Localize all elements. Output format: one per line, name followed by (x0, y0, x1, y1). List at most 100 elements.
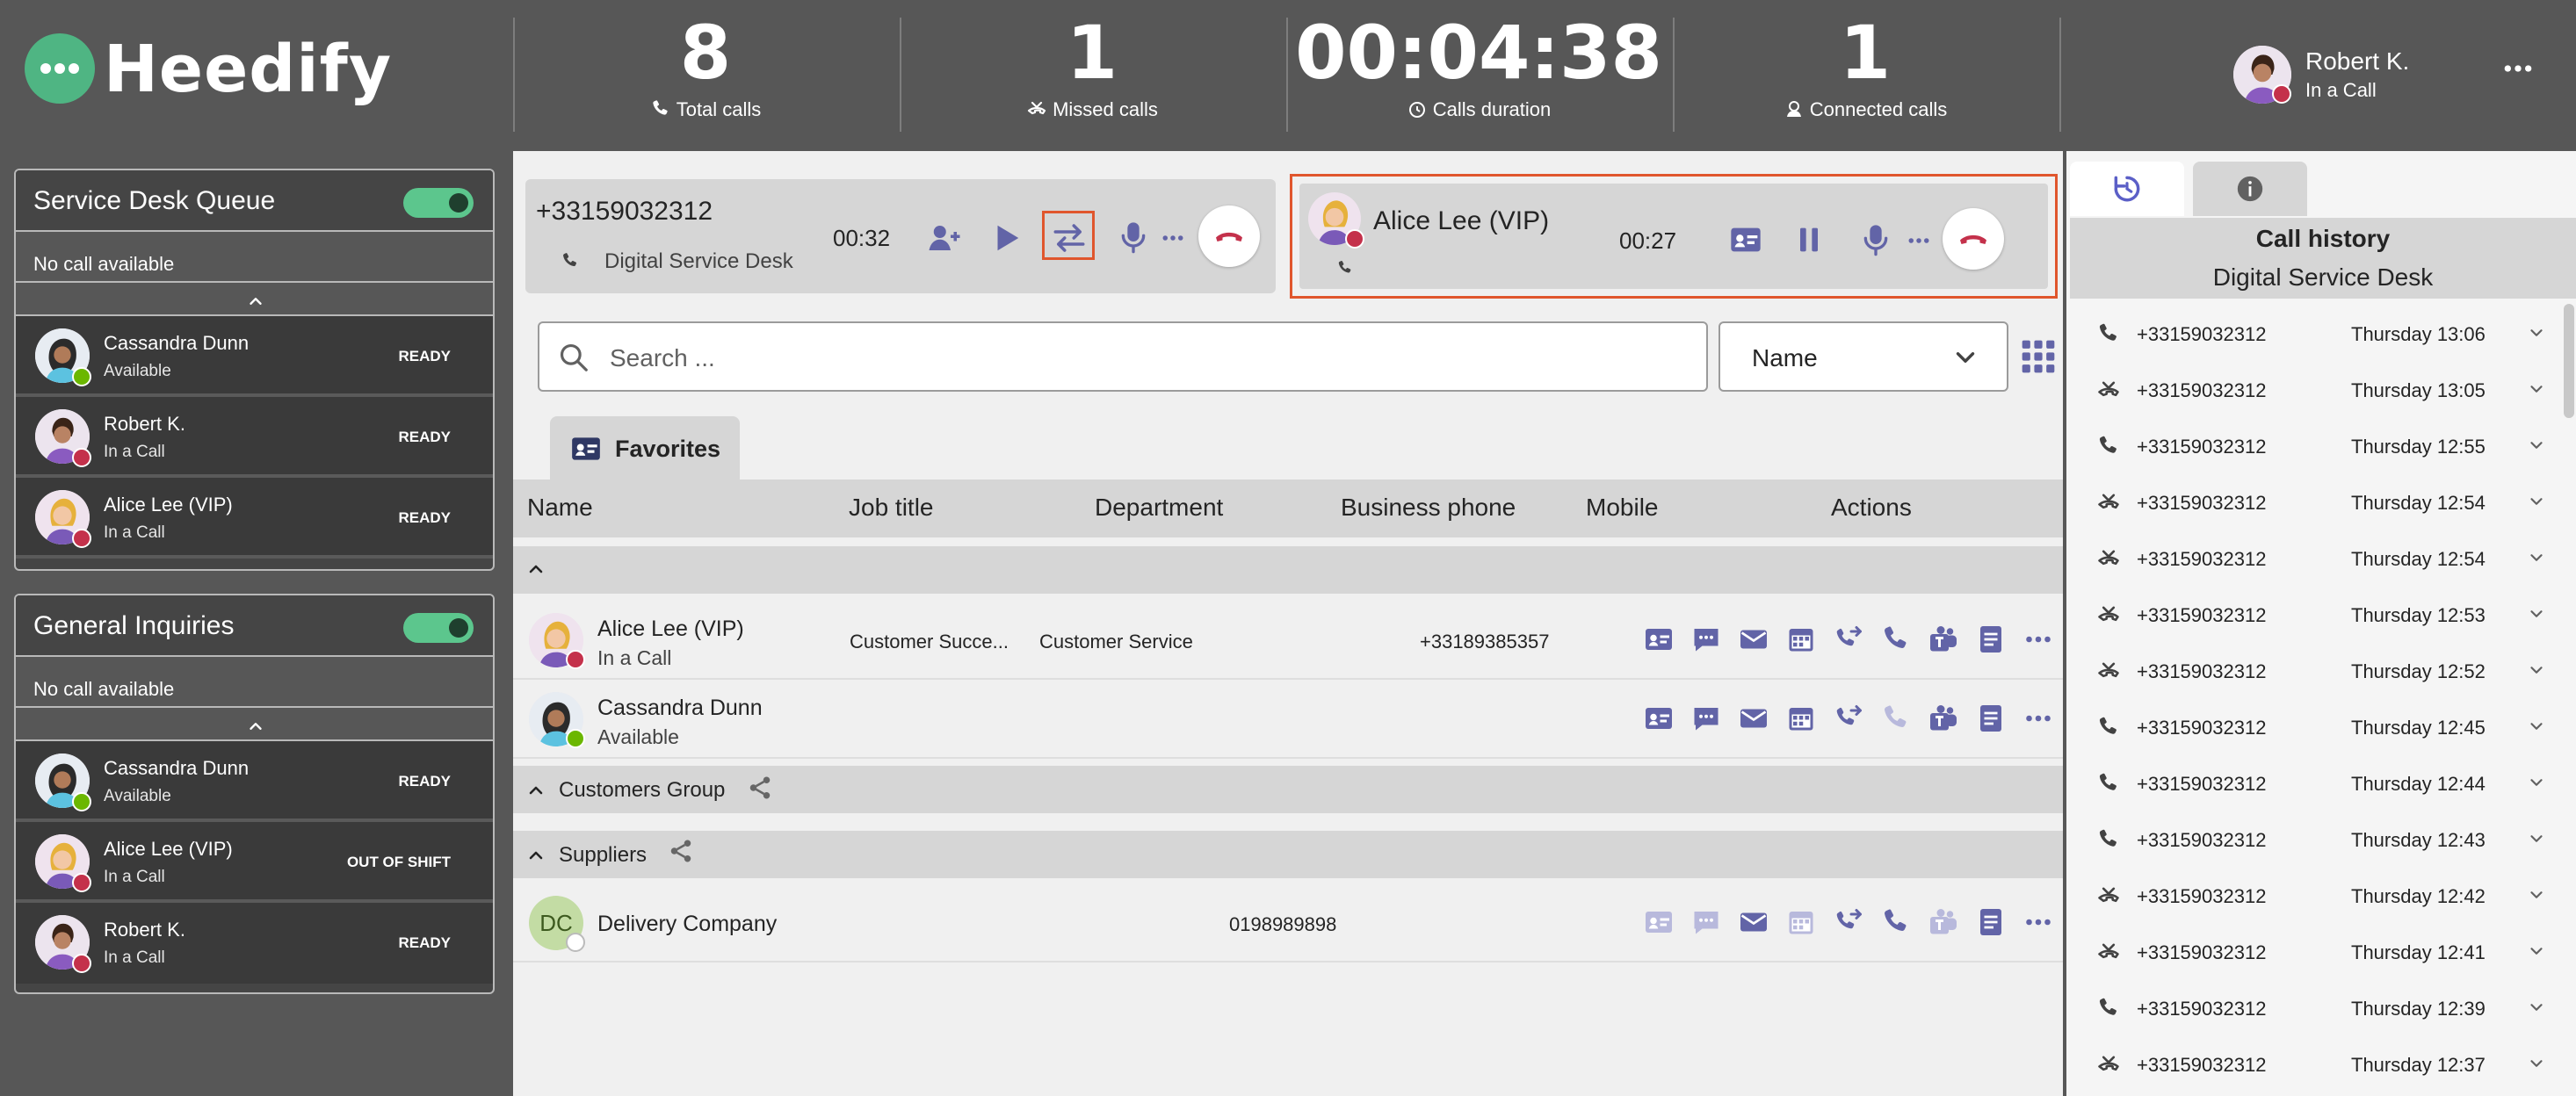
teams-icon[interactable] (1928, 703, 1959, 734)
contact-business-phone[interactable]: 0198989898 (1229, 913, 1336, 936)
notes-icon[interactable] (1975, 624, 2007, 655)
agent-row[interactable]: Robert K. In a Call READY (16, 397, 493, 478)
chevron-down-icon[interactable] (2527, 829, 2546, 848)
phone-icon[interactable] (1880, 624, 1912, 655)
chat-icon[interactable] (1690, 624, 1722, 655)
queue-toggle[interactable] (403, 188, 474, 218)
favorites-group-row[interactable] (513, 546, 2063, 594)
call-forward-icon[interactable] (1833, 624, 1864, 655)
microphone-icon[interactable] (1116, 220, 1151, 255)
more-icon[interactable] (2022, 906, 2054, 938)
history-row[interactable]: +33159032312 Thursday 13:05 (2070, 364, 2564, 420)
table-row[interactable]: Cassandra Dunn Available (513, 680, 2063, 759)
contact-card-icon[interactable] (1643, 624, 1675, 655)
agent-row[interactable]: Alice Lee (VIP) In a Call OUT OF SHIFT (16, 822, 493, 903)
history-row[interactable]: +33159032312 Thursday 12:53 (2070, 588, 2564, 645)
collapse-button[interactable] (16, 708, 493, 741)
history-row[interactable]: +33159032312 Thursday 12:45 (2070, 701, 2564, 757)
history-row[interactable]: +33159032312 Thursday 12:55 (2070, 420, 2564, 476)
agent-row[interactable]: Cassandra Dunn Available READY (16, 741, 493, 822)
contact-card-icon[interactable] (1643, 703, 1675, 734)
history-row[interactable]: +33159032312 Thursday 13:06 (2070, 307, 2564, 364)
history-row[interactable]: +33159032312 Thursday 12:37 (2070, 1038, 2564, 1094)
history-row[interactable]: +33159032312 Thursday 12:41 (2070, 926, 2564, 982)
share-icon[interactable] (668, 838, 694, 864)
more-icon[interactable] (1906, 227, 1932, 254)
agent-row[interactable]: Cassandra Dunn Available READY (16, 316, 493, 397)
history-row[interactable]: +33159032312 Thursday 12:54 (2070, 532, 2564, 588)
collapse-button[interactable] (16, 283, 493, 316)
mail-icon[interactable] (1738, 906, 1769, 938)
agent-row[interactable]: Alice Lee (VIP) In a Call READY (16, 478, 493, 559)
call-forward-icon[interactable] (1833, 906, 1864, 938)
chevron-down-icon[interactable] (2527, 941, 2546, 961)
calendar-icon[interactable] (1785, 624, 1817, 655)
teams-icon[interactable] (1928, 906, 1959, 938)
contact-card-icon[interactable] (1728, 222, 1763, 257)
notes-icon[interactable] (1975, 906, 2007, 938)
chevron-down-icon[interactable] (2527, 717, 2546, 736)
chevron-down-icon[interactable] (2527, 323, 2546, 342)
chevron-down-icon[interactable] (2527, 379, 2546, 399)
mail-icon[interactable] (1738, 703, 1769, 734)
agent-row[interactable]: Robert K. In a Call READY (16, 903, 493, 984)
mail-icon[interactable] (1738, 624, 1769, 655)
column-header[interactable]: Job title (849, 494, 934, 522)
history-row[interactable]: +33159032312 Thursday 12:43 (2070, 813, 2564, 869)
contact-card-icon[interactable] (1643, 906, 1675, 938)
chevron-down-icon[interactable] (2527, 548, 2546, 567)
chevron-down-icon[interactable] (2527, 1054, 2546, 1073)
more-icon[interactable] (1160, 225, 1186, 251)
sort-dropdown[interactable]: Name (1719, 321, 2008, 392)
column-header[interactable]: Mobile (1586, 494, 1658, 522)
hangup-button[interactable] (1198, 206, 1260, 267)
tab-info[interactable] (2193, 162, 2307, 216)
suppliers-group-row[interactable]: Suppliers (513, 831, 2063, 878)
play-icon[interactable] (989, 221, 1023, 255)
chat-icon[interactable] (1690, 906, 1722, 938)
chevron-down-icon[interactable] (2527, 998, 2546, 1017)
queue-service-desk: Service Desk Queue No call available Cas… (14, 169, 495, 571)
chevron-down-icon[interactable] (2527, 885, 2546, 905)
table-row[interactable]: Alice Lee (VIP) In a Call Customer Succe… (513, 601, 2063, 680)
phone-icon[interactable] (1880, 906, 1912, 938)
apps-grid-icon[interactable] (2019, 337, 2058, 376)
chevron-down-icon[interactable] (2527, 604, 2546, 624)
column-header[interactable]: Actions (1831, 494, 1912, 522)
calendar-icon[interactable] (1785, 703, 1817, 734)
more-icon[interactable] (2022, 703, 2054, 734)
microphone-icon[interactable] (1858, 222, 1893, 257)
teams-icon[interactable] (1928, 624, 1959, 655)
queue-toggle[interactable] (403, 613, 474, 643)
history-row[interactable]: +33159032312 Thursday 12:54 (2070, 476, 2564, 532)
history-row[interactable]: +33159032312 Thursday 12:52 (2070, 645, 2564, 701)
search-input[interactable]: Search ... (538, 321, 1708, 392)
column-header[interactable]: Name (527, 494, 593, 522)
share-icon[interactable] (747, 775, 773, 801)
add-person-icon[interactable] (926, 220, 963, 256)
table-row[interactable]: DC Delivery Company 0198989898 (513, 883, 2063, 963)
notes-icon[interactable] (1975, 703, 2007, 734)
chat-icon[interactable] (1690, 703, 1722, 734)
column-header[interactable]: Business phone (1341, 494, 1516, 522)
chevron-down-icon[interactable] (2527, 492, 2546, 511)
history-row[interactable]: +33159032312 Thursday 12:39 (2070, 982, 2564, 1038)
column-header[interactable]: Department (1095, 494, 1223, 522)
more-options-icon[interactable] (2500, 51, 2536, 86)
chevron-down-icon[interactable] (2527, 773, 2546, 792)
contact-business-phone[interactable]: +33189385357 (1420, 631, 1549, 653)
chevron-down-icon[interactable] (2527, 660, 2546, 680)
chevron-down-icon[interactable] (2527, 436, 2546, 455)
tab-history[interactable] (2070, 162, 2184, 216)
hangup-button[interactable] (1943, 208, 2004, 270)
call-forward-icon[interactable] (1833, 703, 1864, 734)
pause-icon[interactable] (1791, 222, 1827, 257)
history-row[interactable]: +33159032312 Thursday 12:42 (2070, 869, 2564, 926)
tab-favorites[interactable]: Favorites (550, 416, 740, 480)
more-icon[interactable] (2022, 624, 2054, 655)
history-row[interactable]: +33159032312 Thursday 12:44 (2070, 757, 2564, 813)
phone-icon[interactable] (1880, 703, 1912, 734)
calendar-icon[interactable] (1785, 906, 1817, 938)
scrollbar[interactable] (2564, 304, 2574, 418)
customers-group-row[interactable]: Customers Group (513, 766, 2063, 813)
